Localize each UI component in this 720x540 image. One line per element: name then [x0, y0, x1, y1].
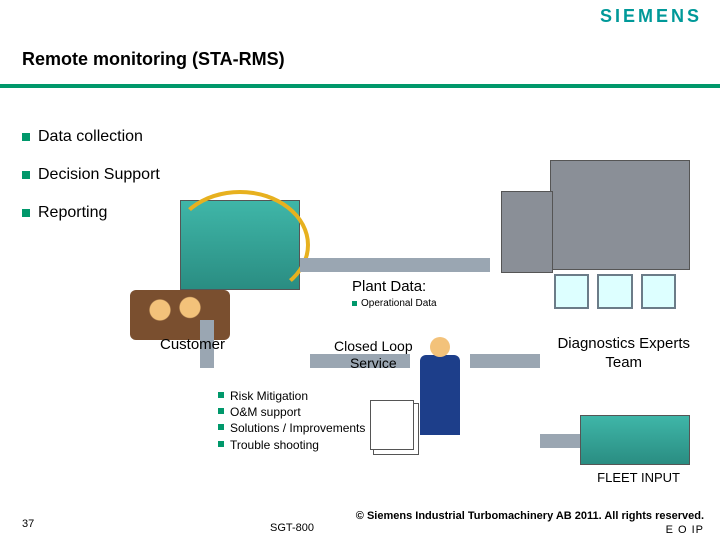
building-graphic — [550, 160, 690, 270]
experts-line1: Diagnostics Experts — [557, 335, 690, 352]
closed-loop-label: Closed Loop Service — [334, 338, 413, 372]
classification-text: E O IP — [666, 524, 704, 536]
monitor-icon — [641, 274, 676, 309]
bullet-text: O&M support — [230, 404, 301, 420]
monitor-icon — [554, 274, 589, 309]
experts-workstation-graphic — [550, 270, 680, 330]
copyright-text: © Siemens Industrial Turbomachinery AB 2… — [356, 510, 704, 522]
bullet-text: Risk Mitigation — [230, 388, 308, 404]
bullet-item: Data collection — [22, 128, 160, 146]
customer-label: Customer — [160, 336, 225, 353]
top-bar: SIEMENS — [0, 0, 720, 32]
fleet-graphic — [580, 415, 690, 465]
closed-loop-line1: Closed Loop — [334, 338, 413, 354]
experts-team-label: Diagnostics Experts Team — [557, 335, 690, 373]
arrow-icon — [470, 354, 540, 368]
bullet-icon — [218, 441, 224, 447]
bullet-icon — [22, 209, 30, 217]
document-id: SGT-800 — [270, 522, 314, 534]
operational-data-label: Operational Data — [352, 298, 437, 309]
title-bar: Remote monitoring (STA-RMS) — [0, 34, 720, 88]
service-bullet-list: Risk Mitigation O&M support Solutions / … — [218, 388, 365, 453]
experts-line2: Team — [605, 354, 642, 371]
bullet-text: Trouble shooting — [230, 437, 319, 453]
bullet-icon — [22, 133, 30, 141]
page-number: 37 — [22, 518, 34, 530]
footer: 37 SGT-800 © Siemens Industrial Turbomac… — [0, 506, 720, 540]
bullet-icon — [218, 424, 224, 430]
arrow-icon — [300, 258, 490, 272]
bullet-icon — [22, 171, 30, 179]
bullet-text: Solutions / Improvements — [230, 420, 365, 436]
closed-loop-line2: Service — [350, 355, 397, 371]
operational-data-text: Operational Data — [361, 298, 437, 309]
bullet-text: Data collection — [38, 128, 143, 146]
arrow-icon — [540, 434, 580, 448]
bullet-item: Risk Mitigation — [218, 388, 365, 404]
bullet-icon — [218, 408, 224, 414]
bullet-text: Reporting — [38, 204, 107, 222]
turbine-graphic — [180, 200, 300, 290]
fleet-input-label: FLEET INPUT — [597, 470, 680, 485]
plant-data-label: Plant Data: — [352, 278, 426, 295]
bullet-item: Solutions / Improvements — [218, 420, 365, 436]
brand-logo: SIEMENS — [600, 6, 702, 27]
monitor-icon — [597, 274, 632, 309]
report-papers-icon — [370, 400, 414, 450]
customer-people-graphic — [130, 290, 230, 340]
bullet-icon — [352, 301, 357, 306]
content-area: Data collection Decision Support Reporti… — [0, 100, 720, 510]
bullet-item: O&M support — [218, 404, 365, 420]
diagram: SIEMENS Plant Data: Operational Data Cus… — [110, 160, 710, 500]
slide-title: Remote monitoring (STA-RMS) — [22, 49, 285, 70]
bullet-icon — [218, 392, 224, 398]
bullet-item: Trouble shooting — [218, 437, 365, 453]
